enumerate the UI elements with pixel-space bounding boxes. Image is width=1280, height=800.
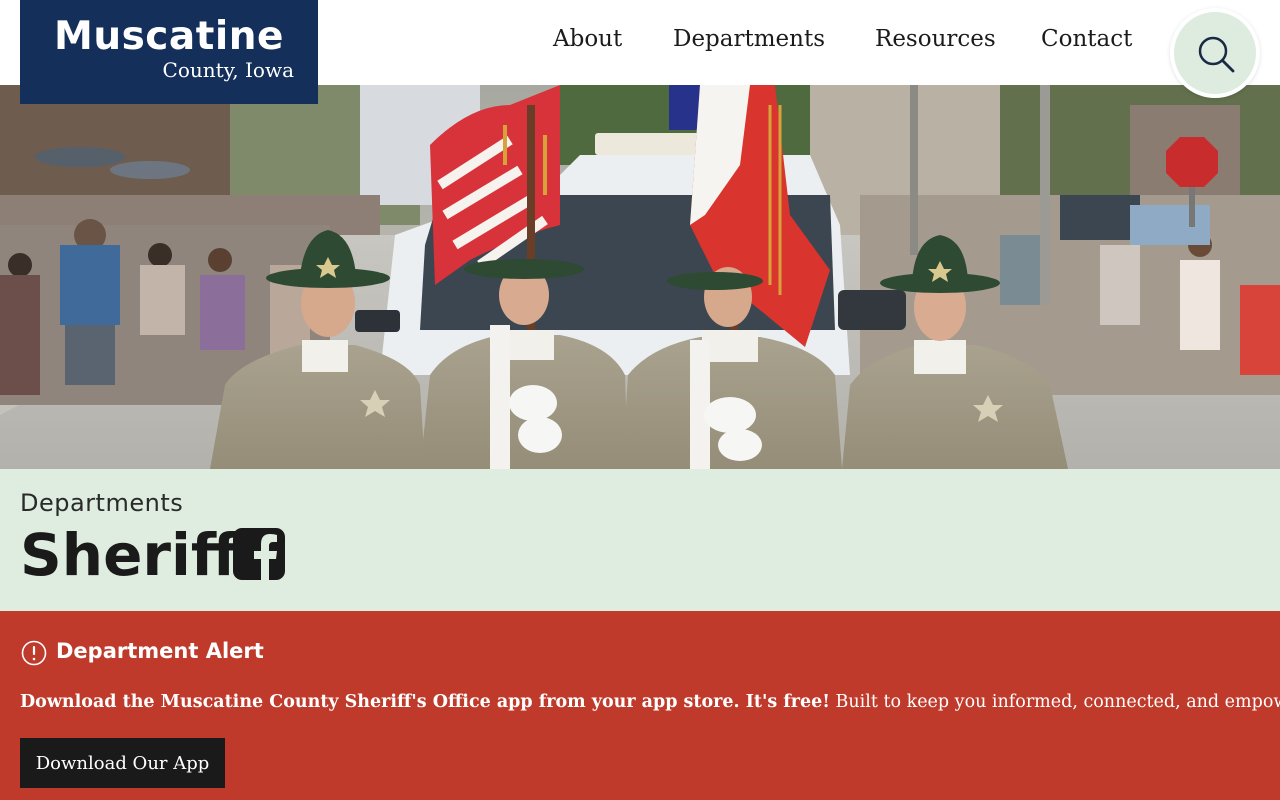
logo-title: Muscatine: [54, 14, 284, 59]
alert-title: Department Alert: [56, 639, 264, 663]
nav-about-link[interactable]: About: [553, 26, 622, 52]
search-icon: [1198, 36, 1235, 73]
download-app-button[interactable]: Download Our App: [20, 738, 225, 788]
facebook-link[interactable]: [233, 528, 285, 580]
exclamation-circle-icon: [21, 640, 47, 666]
alert-message: Download the Muscatine County Sheriff's …: [20, 692, 1280, 712]
department-alert: Department Alert Download the Muscatine …: [0, 611, 1280, 800]
facebook-icon: [233, 528, 285, 580]
hero-image: [0, 85, 1280, 469]
nav-resources-link[interactable]: Resources: [875, 26, 996, 52]
logo-subtitle: County, Iowa: [162, 58, 294, 82]
nav-contact-link[interactable]: Contact: [1041, 26, 1132, 52]
page-title: Sheriff: [20, 521, 238, 589]
search-button[interactable]: [1170, 8, 1260, 98]
page-title-band: Departments Sheriff: [0, 469, 1280, 611]
breadcrumb[interactable]: Departments: [20, 489, 183, 517]
site-logo[interactable]: Muscatine County, Iowa: [20, 0, 318, 104]
alert-message-regular: Built to keep you informed, connected, a…: [835, 692, 1280, 712]
alert-message-bold: Download the Muscatine County Sheriff's …: [20, 692, 830, 712]
nav-departments-link[interactable]: Departments: [673, 26, 825, 52]
